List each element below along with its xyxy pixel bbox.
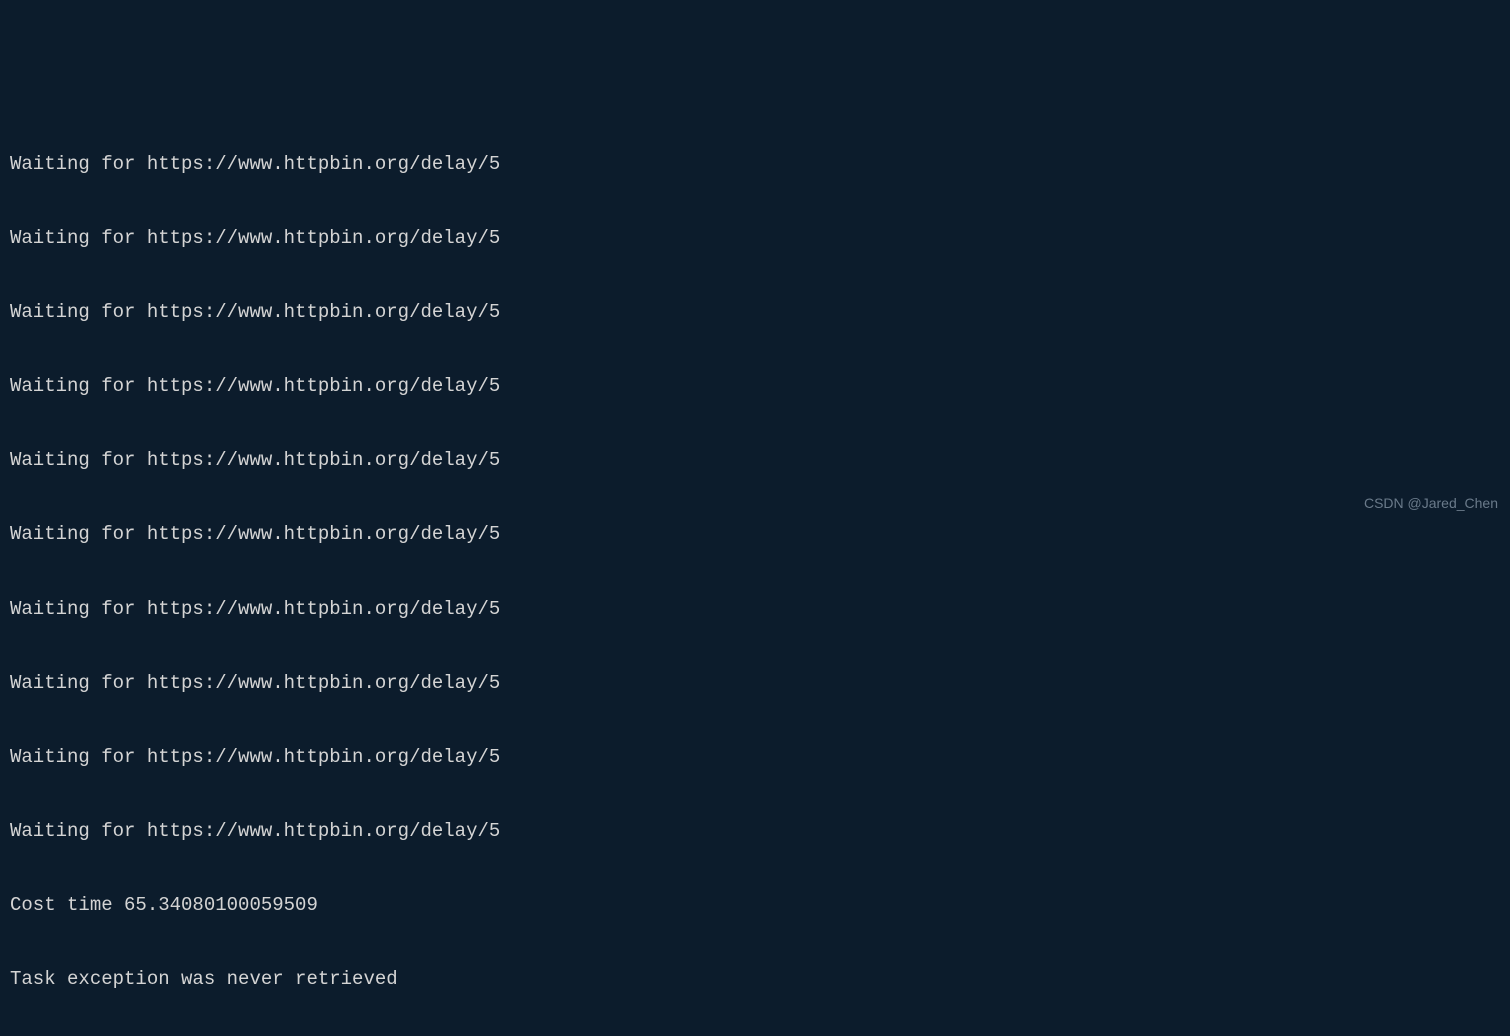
output-line: Waiting for https://www.httpbin.org/dela… — [10, 819, 1500, 844]
output-line: Waiting for https://www.httpbin.org/dela… — [10, 597, 1500, 622]
output-line: Task exception was never retrieved — [10, 967, 1500, 992]
output-line: Waiting for https://www.httpbin.org/dela… — [10, 522, 1500, 547]
output-line: Waiting for https://www.httpbin.org/dela… — [10, 745, 1500, 770]
output-line: Waiting for https://www.httpbin.org/dela… — [10, 448, 1500, 473]
output-line: Waiting for https://www.httpbin.org/dela… — [10, 671, 1500, 696]
output-line: Waiting for https://www.httpbin.org/dela… — [10, 374, 1500, 399]
output-line: Waiting for https://www.httpbin.org/dela… — [10, 300, 1500, 325]
output-line: Cost time 65.34080100059509 — [10, 893, 1500, 918]
output-line: Waiting for https://www.httpbin.org/dela… — [10, 152, 1500, 177]
output-line: Waiting for https://www.httpbin.org/dela… — [10, 226, 1500, 251]
terminal-output: Waiting for https://www.httpbin.org/dela… — [10, 103, 1500, 1036]
watermark: CSDN @Jared_Chen — [1364, 494, 1498, 512]
